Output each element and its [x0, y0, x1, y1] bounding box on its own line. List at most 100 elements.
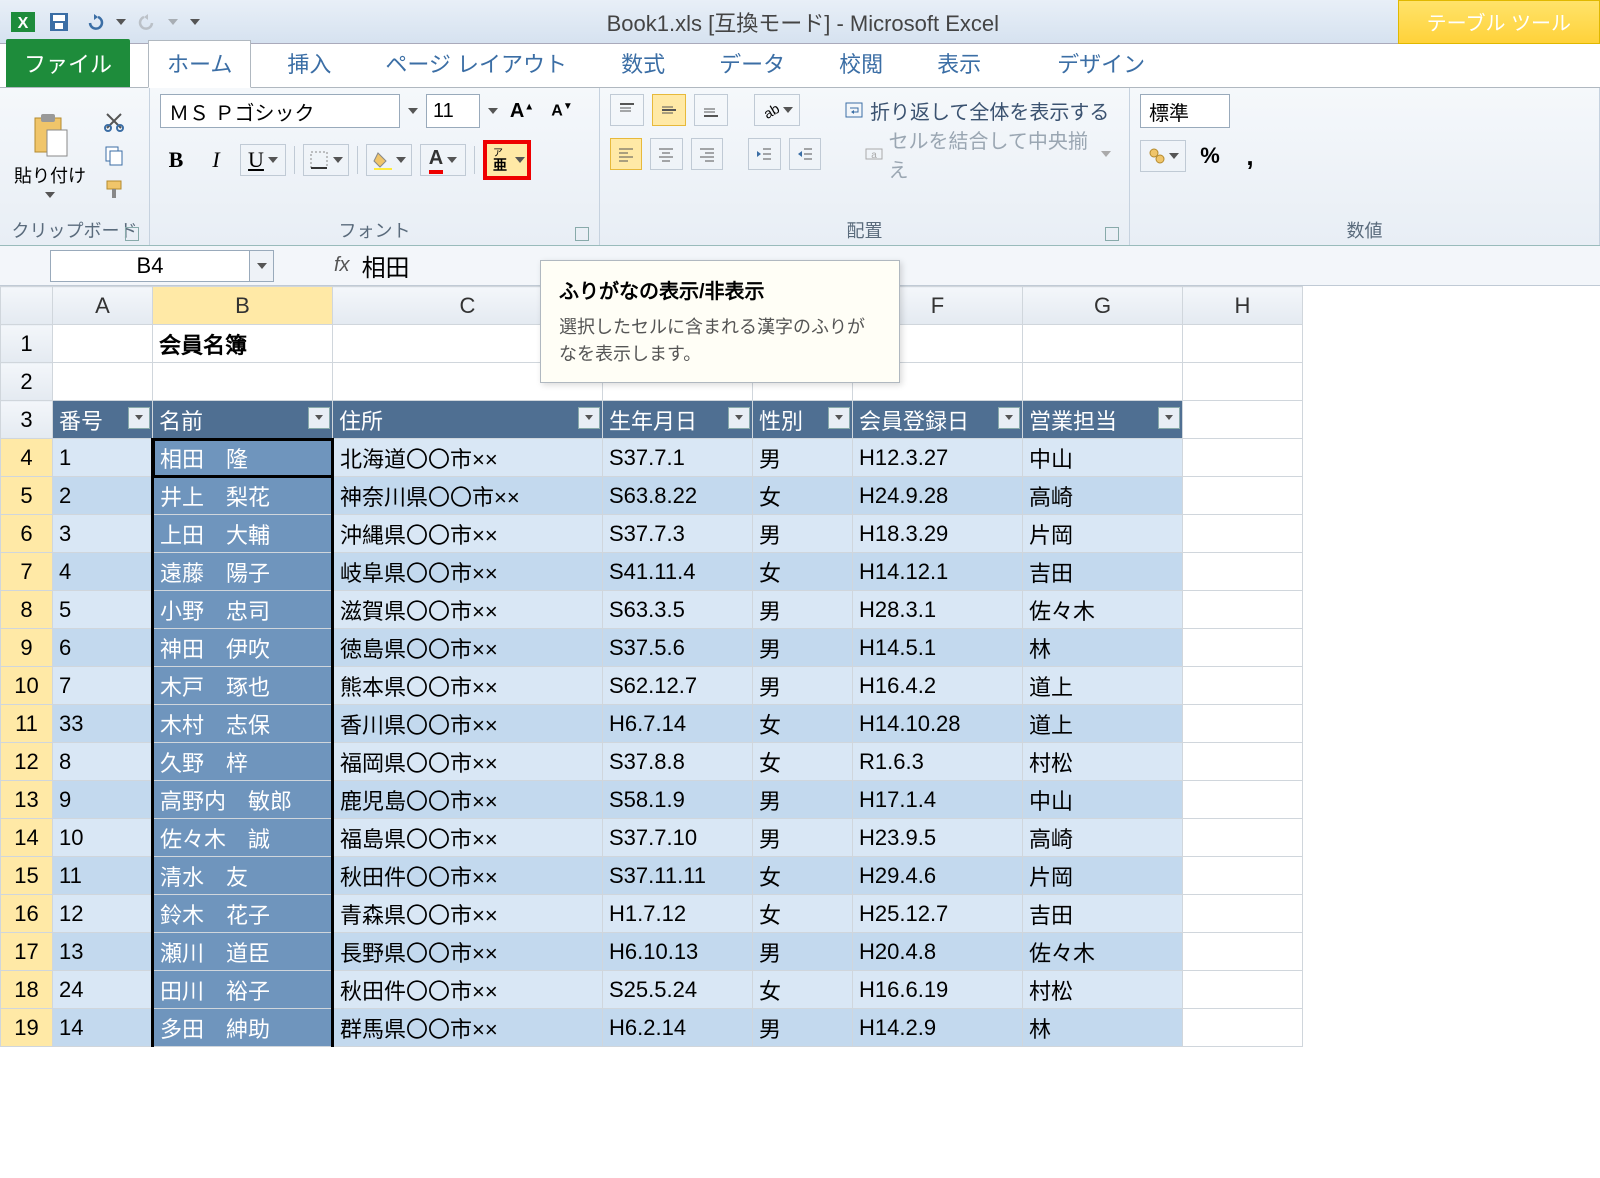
cell-H19[interactable]: [1183, 1009, 1303, 1047]
cell-H10[interactable]: [1183, 667, 1303, 705]
font-color-button[interactable]: A: [420, 144, 466, 176]
font-name-dropdown-icon[interactable]: [408, 108, 418, 114]
cell-F13[interactable]: H17.1.4: [853, 781, 1023, 819]
cell-E17[interactable]: 男: [753, 933, 853, 971]
cell-C5[interactable]: 神奈川県〇〇市××: [333, 477, 603, 515]
cell-A10[interactable]: 7: [53, 667, 153, 705]
row-header-8[interactable]: 8: [1, 591, 53, 629]
cell-B7[interactable]: 遠藤 陽子: [153, 553, 333, 591]
table-header-1[interactable]: 名前: [153, 401, 333, 439]
row-header-9[interactable]: 9: [1, 629, 53, 667]
cell-C17[interactable]: 長野県〇〇市××: [333, 933, 603, 971]
cell-F15[interactable]: H29.4.6: [853, 857, 1023, 895]
cell-B17[interactable]: 瀬川 道臣: [153, 933, 333, 971]
row-header-6[interactable]: 6: [1, 515, 53, 553]
column-header-G[interactable]: G: [1023, 287, 1183, 325]
formula-value[interactable]: 相田: [362, 248, 410, 283]
cell-G18[interactable]: 村松: [1023, 971, 1183, 1009]
cell-F5[interactable]: H24.9.28: [853, 477, 1023, 515]
borders-button[interactable]: [303, 144, 349, 176]
cell-E18[interactable]: 女: [753, 971, 853, 1009]
cell-F14[interactable]: H23.9.5: [853, 819, 1023, 857]
cell-A18[interactable]: 24: [53, 971, 153, 1009]
cell-E9[interactable]: 男: [753, 629, 853, 667]
tab-file[interactable]: ファイル: [6, 39, 130, 87]
cell-H6[interactable]: [1183, 515, 1303, 553]
align-bottom-button[interactable]: [694, 94, 728, 126]
cell-H17[interactable]: [1183, 933, 1303, 971]
cell-B18[interactable]: 田川 裕子: [153, 971, 333, 1009]
row-header-10[interactable]: 10: [1, 667, 53, 705]
row-header-5[interactable]: 5: [1, 477, 53, 515]
cell-E6[interactable]: 男: [753, 515, 853, 553]
increase-font-button[interactable]: A▲: [506, 95, 538, 127]
row-header-13[interactable]: 13: [1, 781, 53, 819]
cell-H3[interactable]: [1183, 401, 1303, 439]
cell-D17[interactable]: H6.10.13: [603, 933, 753, 971]
filter-button[interactable]: [728, 407, 750, 429]
row-header-11[interactable]: 11: [1, 705, 53, 743]
align-left-button[interactable]: [610, 138, 642, 170]
number-format-select[interactable]: 標準: [1140, 94, 1230, 128]
cell-H5[interactable]: [1183, 477, 1303, 515]
cell-D16[interactable]: H1.7.12: [603, 895, 753, 933]
cell-E10[interactable]: 男: [753, 667, 853, 705]
cell-C4[interactable]: 北海道〇〇市××: [333, 439, 603, 477]
percent-button[interactable]: %: [1194, 140, 1226, 172]
cell-H11[interactable]: [1183, 705, 1303, 743]
cell-F19[interactable]: H14.2.9: [853, 1009, 1023, 1047]
cell-E8[interactable]: 男: [753, 591, 853, 629]
name-box[interactable]: B4: [50, 250, 250, 282]
name-box-dropdown[interactable]: [250, 250, 274, 282]
cell-B6[interactable]: 上田 大輔: [153, 515, 333, 553]
cell-B4[interactable]: 相田 隆: [153, 439, 333, 477]
qat-customize-icon[interactable]: [190, 19, 200, 25]
row-header-1[interactable]: 1: [1, 325, 53, 363]
cell-C12[interactable]: 福岡県〇〇市××: [333, 743, 603, 781]
cell-A15[interactable]: 11: [53, 857, 153, 895]
filter-button[interactable]: [998, 407, 1020, 429]
redo-icon[interactable]: [132, 7, 162, 37]
table-header-3[interactable]: 生年月日: [603, 401, 753, 439]
cell-G10[interactable]: 道上: [1023, 667, 1183, 705]
cell-D15[interactable]: S37.11.11: [603, 857, 753, 895]
cell-A19[interactable]: 14: [53, 1009, 153, 1047]
row-header-19[interactable]: 19: [1, 1009, 53, 1047]
tab-formulas[interactable]: 数式: [603, 41, 683, 87]
cell-D6[interactable]: S37.7.3: [603, 515, 753, 553]
cell-H18[interactable]: [1183, 971, 1303, 1009]
cell-A6[interactable]: 3: [53, 515, 153, 553]
cell-F9[interactable]: H14.5.1: [853, 629, 1023, 667]
cell-C15[interactable]: 秋田件〇〇市××: [333, 857, 603, 895]
cell-D11[interactable]: H6.7.14: [603, 705, 753, 743]
cell-F12[interactable]: R1.6.3: [853, 743, 1023, 781]
cell-B2[interactable]: [153, 363, 333, 401]
cell-D14[interactable]: S37.7.10: [603, 819, 753, 857]
cell-A9[interactable]: 6: [53, 629, 153, 667]
tab-page-layout[interactable]: ページ レイアウト: [367, 41, 585, 87]
copy-button[interactable]: [100, 141, 128, 169]
row-header-16[interactable]: 16: [1, 895, 53, 933]
fill-color-button[interactable]: [366, 144, 412, 176]
italic-button[interactable]: I: [200, 144, 232, 176]
cell-A2[interactable]: [53, 363, 153, 401]
cut-button[interactable]: [100, 107, 128, 135]
cell-G6[interactable]: 片岡: [1023, 515, 1183, 553]
font-launcher-icon[interactable]: [575, 227, 589, 241]
filter-button[interactable]: [828, 407, 850, 429]
clipboard-launcher-icon[interactable]: [125, 227, 139, 241]
cell-H12[interactable]: [1183, 743, 1303, 781]
align-top-button[interactable]: [610, 94, 644, 126]
cell-G16[interactable]: 吉田: [1023, 895, 1183, 933]
cell-H8[interactable]: [1183, 591, 1303, 629]
cell-E16[interactable]: 女: [753, 895, 853, 933]
tab-review[interactable]: 校閲: [821, 41, 901, 87]
phonetic-guide-button[interactable]: ア亜: [483, 140, 531, 180]
cell-D9[interactable]: S37.5.6: [603, 629, 753, 667]
cell-B11[interactable]: 木村 志保: [153, 705, 333, 743]
cell-G19[interactable]: 林: [1023, 1009, 1183, 1047]
cell-D7[interactable]: S41.11.4: [603, 553, 753, 591]
align-center-button[interactable]: [650, 138, 682, 170]
cell-G9[interactable]: 林: [1023, 629, 1183, 667]
filter-button[interactable]: [308, 407, 330, 429]
